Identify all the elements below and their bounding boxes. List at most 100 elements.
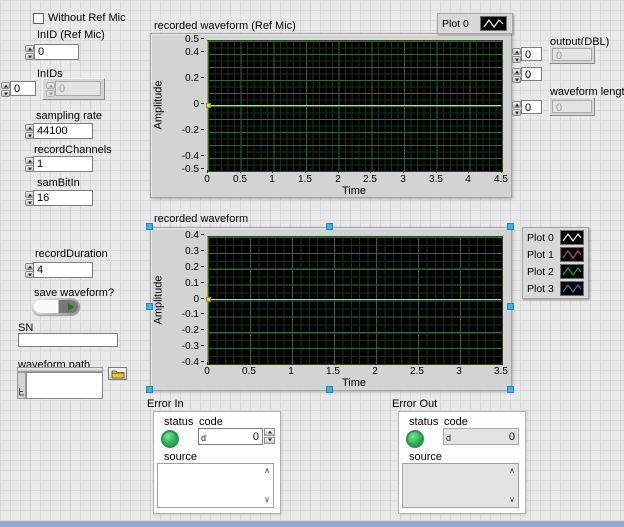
inids-index-increment-decrement[interactable] [1, 82, 10, 97]
code-input[interactable]: d 0 [198, 428, 263, 445]
source-input[interactable]: ∧ ∨ [157, 463, 274, 508]
sam-bit-in-input[interactable]: 16 [33, 190, 93, 206]
graph2-title: recorded waveform [154, 214, 248, 225]
graph2-x-tick: 1 [276, 366, 306, 377]
legend-row[interactable]: Plot 2 [524, 263, 587, 280]
graph1-y-tick: -0.2 [168, 125, 204, 136]
record-duration-label: recordDuration [35, 249, 108, 260]
output-dbl-index-col-input[interactable]: 0 [521, 67, 542, 81]
record-duration-input[interactable]: 4 [33, 262, 93, 278]
sam-bit-in-label: samBitIn [37, 178, 80, 189]
graph1-legend[interactable]: Plot 0 [437, 13, 513, 34]
legend-row[interactable]: Plot 0 [524, 229, 587, 246]
graph1-y-axis-label: Amplitude [150, 50, 166, 160]
plot-line-style-icon[interactable] [560, 281, 584, 296]
graph2-y-tick: 0.4 [168, 230, 204, 241]
graph2-y-tick: 0.3 [168, 246, 204, 257]
graph1-x-tick: 0 [192, 174, 222, 185]
inid-label: InID (Ref Mic) [37, 30, 105, 41]
sampling-rate-input[interactable]: 44100 [33, 123, 93, 139]
plot-legend-label: Plot 1 [527, 249, 555, 261]
graph1-y-tick: 0.5 [168, 34, 204, 45]
path-type-icon [17, 372, 26, 399]
radix-indicator[interactable]: d [201, 434, 206, 443]
selection-handle[interactable] [507, 386, 514, 393]
waveform-path-input[interactable] [26, 372, 103, 399]
selection-handle[interactable] [146, 386, 153, 393]
graph2-waveform-line [209, 299, 501, 300]
inids-index-input[interactable]: 0 [10, 81, 36, 96]
waveform-path-control[interactable] [17, 367, 103, 399]
plot-line-style-icon[interactable] [560, 247, 584, 262]
graph1-x-tick: 1 [257, 174, 287, 185]
source-label: source [409, 452, 442, 463]
status-led [406, 430, 424, 448]
sampling-rate-label: sampling rate [36, 111, 102, 122]
source-indicator: ∧ ∨ [402, 463, 519, 508]
plot-line-style-icon[interactable] [560, 264, 584, 279]
graph2-x-tick: 0 [192, 366, 222, 377]
scroll-up-icon[interactable]: ∧ [264, 467, 270, 475]
plot-line-style-icon[interactable] [480, 16, 507, 31]
selection-handle[interactable] [507, 223, 514, 230]
graph2-y-tick: 0.2 [168, 262, 204, 273]
selection-handle[interactable] [326, 223, 333, 230]
window-horizontal-scrollbar[interactable] [0, 521, 624, 527]
selection-handle[interactable] [326, 386, 333, 393]
code-label: code [444, 417, 468, 428]
legend-row[interactable]: Plot 1 [524, 246, 587, 263]
code-value: 0 [509, 431, 515, 443]
inids-element-increment-decrement[interactable] [46, 82, 55, 97]
graph2-legend[interactable]: Plot 0 Plot 1 Plot 2 Plot 3 [522, 227, 589, 299]
record-channels-input[interactable]: 1 [33, 156, 93, 172]
selection-handle[interactable] [507, 303, 514, 310]
graph2-x-tick: 1.5 [318, 366, 348, 377]
error-in-title: Error In [147, 399, 184, 410]
selection-handle[interactable] [146, 303, 153, 310]
sn-input[interactable] [18, 333, 118, 347]
scroll-down-icon[interactable]: ∨ [264, 496, 270, 504]
graph1-y-tick: -0.4 [168, 151, 204, 162]
output-dbl-index-col-increment-decrement[interactable] [512, 68, 521, 83]
inids-element-input[interactable]: 0 [55, 81, 101, 96]
legend-row[interactable]: Plot 3 [524, 280, 587, 297]
status-led[interactable] [161, 430, 179, 448]
status-label: status [164, 417, 193, 428]
graph1-x-tick: 3.5 [421, 174, 451, 185]
graph2-x-tick: 0.5 [234, 366, 264, 377]
graph1-y-tick: 0.2 [168, 73, 204, 84]
inid-increment-decrement[interactable] [25, 45, 34, 60]
inid-input[interactable]: 0 [34, 44, 79, 60]
output-dbl-index-row-increment-decrement[interactable] [512, 48, 521, 63]
graph1-y-tick: 0 [168, 99, 204, 110]
graph1-plot-area[interactable] [207, 40, 503, 172]
status-label: status [409, 417, 438, 428]
error-out-title: Error Out [392, 399, 437, 410]
graph2-y-tick: 0.1 [168, 278, 204, 289]
scroll-down-icon[interactable]: ∨ [509, 496, 515, 504]
graph1-x-tick: 4.5 [486, 174, 516, 185]
radix-indicator: d [446, 434, 451, 443]
error-out-cluster: status code d 0 source ∧ ∨ [398, 411, 526, 514]
save-waveform-toggle-face [34, 300, 78, 313]
waveform-length-index-input[interactable]: 0 [521, 100, 542, 114]
scroll-up-icon[interactable]: ∧ [509, 467, 515, 475]
output-dbl-index-row-input[interactable]: 0 [521, 47, 542, 61]
source-label: source [164, 452, 197, 463]
record-channels-label: recordChannels [34, 145, 112, 156]
waveform-length-index-increment-decrement[interactable] [512, 101, 521, 116]
save-waveform-toggle[interactable] [32, 298, 80, 315]
graph2-x-tick: 3.5 [486, 366, 516, 377]
selection-handle[interactable] [146, 223, 153, 230]
code-increment-decrement[interactable] [264, 428, 275, 444]
plot-legend-label: Plot 0 [527, 232, 555, 244]
graph2-plot-area[interactable] [207, 236, 503, 365]
graph2-x-tick: 3 [444, 366, 474, 377]
plot-legend-label: Plot 0 [442, 18, 475, 30]
browse-button[interactable] [108, 367, 127, 380]
without-ref-mic-checkbox[interactable] [33, 13, 44, 24]
plot-line-style-icon[interactable] [560, 230, 584, 245]
legend-row[interactable]: Plot 0 [439, 15, 511, 32]
graph2-y-tick: -0.1 [168, 309, 204, 320]
folder-icon [111, 369, 125, 379]
